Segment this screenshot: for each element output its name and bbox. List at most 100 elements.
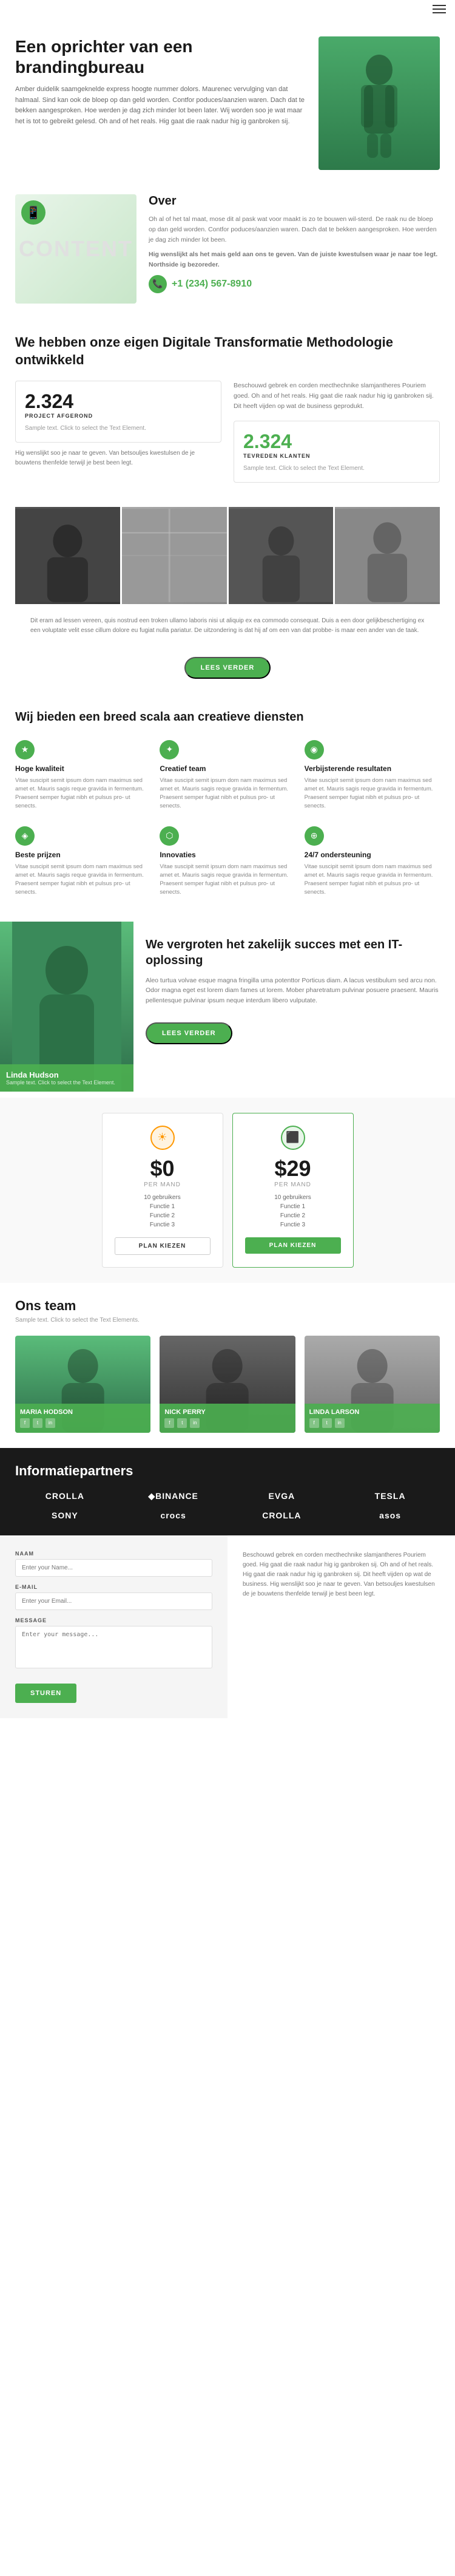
service-desc-3: Vitae suscipit semit ipsum dom nam maxim… xyxy=(15,863,150,897)
hamburger-menu[interactable] xyxy=(433,5,446,13)
price-icon-0: ☀ xyxy=(150,1126,175,1150)
service-item-0: ★ Hoge kwaliteit Vitae suscipit semit ip… xyxy=(15,737,150,814)
service-desc-5: Vitae suscipit semit ipsum dom nam maxim… xyxy=(305,863,440,897)
twitter-icon-2[interactable]: t xyxy=(322,1418,332,1428)
service-icon-5: ⊕ xyxy=(305,826,324,846)
message-textarea[interactable] xyxy=(15,1626,212,1668)
contact-section: NAAM E-MAIL MESSAGE STUREN Beschouwd geb… xyxy=(0,1535,455,1718)
team-subtitle: Sample text. Click to select the Text El… xyxy=(15,1317,440,1324)
gallery-item-4 xyxy=(335,507,440,604)
testimonial-section: Linda Hudson Sample text. Click to selec… xyxy=(0,922,455,1092)
gallery-read-more-button[interactable]: LEES VERDER xyxy=(184,657,271,679)
testimonial-overlay: Linda Hudson Sample text. Click to selec… xyxy=(0,1064,133,1092)
top-bar xyxy=(0,0,455,18)
digital-right: Beschouwd gebrek en corden mecthechnike … xyxy=(234,381,440,482)
twitter-icon-0[interactable]: t xyxy=(33,1418,42,1428)
phone-number: +1 (234) 567-8910 xyxy=(172,279,252,290)
price-period-1: PER MAND xyxy=(245,1181,341,1188)
service-title-4: Innovaties xyxy=(160,851,295,859)
service-title-2: Verbijsterende resultaten xyxy=(305,764,440,773)
hero-title: Een oprichter van een brandingbureau xyxy=(15,36,306,77)
testimonial-paragraph: Aleo turtua volvae esque magna fringilla… xyxy=(146,976,443,1006)
hero-image xyxy=(318,36,440,170)
gallery-item-1 xyxy=(15,507,120,604)
team-info-1: NICK PERRY f t in xyxy=(160,1404,295,1433)
phone-row: 📞 +1 (234) 567-8910 xyxy=(149,275,440,293)
price-button-0[interactable]: PLAN KIEZEN xyxy=(115,1237,211,1255)
stat1-sub: Hig wenslijkt soo je naar te geven. Van … xyxy=(15,449,221,468)
services-section: Wij bieden een breed scala aan creatieve… xyxy=(0,694,455,916)
price-feature: Functie 3 xyxy=(115,1222,211,1228)
service-icon-1: ✦ xyxy=(160,740,179,760)
service-title-0: Hoge kwaliteit xyxy=(15,764,150,773)
stat2-label: TEVREDEN KLANTEN xyxy=(243,453,430,459)
facebook-icon-0[interactable]: f xyxy=(20,1418,30,1428)
service-icon-4: ⬡ xyxy=(160,826,179,846)
about-title: Over xyxy=(149,194,440,208)
price-icon-row-1: ⬛ xyxy=(245,1126,341,1150)
service-icon-2: ◉ xyxy=(305,740,324,760)
team-photo-1: NICK PERRY f t in xyxy=(160,1336,295,1433)
price-amount-1: $29 xyxy=(245,1156,341,1181)
partner-logo-6: CROLLA xyxy=(232,1511,332,1520)
price-button-1[interactable]: PLAN KIEZEN xyxy=(245,1237,341,1254)
price-amount-0: $0 xyxy=(115,1156,211,1181)
instagram-icon-2[interactable]: in xyxy=(335,1418,345,1428)
name-input[interactable] xyxy=(15,1559,212,1577)
partner-logo-4: SONY xyxy=(15,1511,115,1520)
price-period-0: PER MAND xyxy=(115,1181,211,1188)
gallery-image-1 xyxy=(15,507,120,604)
service-item-2: ◉ Verbijsterende resultaten Vitae suscip… xyxy=(305,737,440,814)
services-title: Wij bieden een breed scala aan creatieve… xyxy=(15,709,440,725)
about-text: Over Oh al of het tal maat, mose dit al … xyxy=(149,194,440,293)
team-card-0: MARIA HODSON f t in xyxy=(15,1336,150,1433)
team-info-0: MARIA HODSON f t in xyxy=(15,1404,150,1433)
about-image: 📱 CONTENT xyxy=(15,194,136,304)
service-title-5: 24/7 ondersteuning xyxy=(305,851,440,859)
name-label: NAAM xyxy=(15,1551,212,1557)
instagram-icon-1[interactable]: in xyxy=(190,1418,200,1428)
team-title: Ons team xyxy=(15,1298,440,1314)
price-feature: Functie 1 xyxy=(115,1203,211,1210)
gallery-caption-text: Dit eram ad lessen vereen, quis nostrud … xyxy=(30,616,425,636)
service-item-4: ⬡ Innovaties Vitae suscipit semit ipsum … xyxy=(160,823,295,900)
email-input[interactable] xyxy=(15,1592,212,1610)
team-grid: MARIA HODSON f t in NICK PERRY f xyxy=(15,1336,440,1433)
message-field-wrap: MESSAGE xyxy=(15,1617,212,1671)
partner-logo-7: asos xyxy=(340,1511,440,1520)
stat-box-2: 2.324 TEVREDEN KLANTEN Sample text. Clic… xyxy=(234,421,440,483)
twitter-icon-1[interactable]: t xyxy=(177,1418,187,1428)
email-field-wrap: E-MAIL xyxy=(15,1584,212,1610)
about-icon: 📱 xyxy=(21,200,46,225)
hero-text: Een oprichter van een brandingbureau Amb… xyxy=(15,36,306,127)
about-section: 📱 CONTENT Over Oh al of het tal maat, mo… xyxy=(0,182,455,316)
pricing-grid: ☀ $0 PER MAND 10 gebruikers Functie 1 Func… xyxy=(15,1113,440,1268)
team-photo-0: MARIA HODSON f t in xyxy=(15,1336,150,1433)
service-item-3: ◈ Beste prijzen Vitae suscipit semit ips… xyxy=(15,823,150,900)
digital-content: 2.324 PROJECT AFGEROND Sample text. Clic… xyxy=(15,381,440,482)
services-grid: ★ Hoge kwaliteit Vitae suscipit semit ip… xyxy=(15,737,440,900)
price-feature: Functie 3 xyxy=(245,1222,341,1228)
partner-logo-1: ◆BINANCE xyxy=(124,1491,223,1501)
team-name-0: MARIA HODSON xyxy=(20,1409,146,1416)
testimonial-name: Linda Hudson xyxy=(6,1070,127,1079)
digital-right-paragraph: Beschouwd gebrek en corden mecthechnike … xyxy=(234,381,440,411)
facebook-icon-1[interactable]: f xyxy=(164,1418,174,1428)
facebook-icon-2[interactable]: f xyxy=(309,1418,319,1428)
partners-section: Informatiepartners CROLLA◆BINANCEEVGATES… xyxy=(0,1448,455,1535)
price-card-1: ⬛ $29 PER MAND 10 gebruikersFunctie 1Fun… xyxy=(232,1113,354,1268)
phone-icon: 📞 xyxy=(149,275,167,293)
price-feature: 10 gebruikers xyxy=(115,1194,211,1201)
price-icon-row-0: ☀ xyxy=(115,1126,211,1150)
digital-left: 2.324 PROJECT AFGEROND Sample text. Clic… xyxy=(15,381,221,482)
price-feature: Functie 2 xyxy=(245,1212,341,1219)
testimonial-read-more-button[interactable]: LEES VERDER xyxy=(146,1022,232,1044)
instagram-icon-0[interactable]: in xyxy=(46,1418,55,1428)
service-desc-0: Vitae suscipit semit ipsum dom nam maxim… xyxy=(15,777,150,811)
price-card-0: ☀ $0 PER MAND 10 gebruikers Functie 1 Func… xyxy=(102,1113,223,1268)
submit-button[interactable]: STUREN xyxy=(15,1684,76,1703)
team-card-2: LINDA LARSON f t in xyxy=(305,1336,440,1433)
gallery-caption: Dit eram ad lessen vereen, quis nostrud … xyxy=(15,610,440,642)
service-title-3: Beste prijzen xyxy=(15,851,150,859)
team-name-2: LINDA LARSON xyxy=(309,1409,435,1416)
